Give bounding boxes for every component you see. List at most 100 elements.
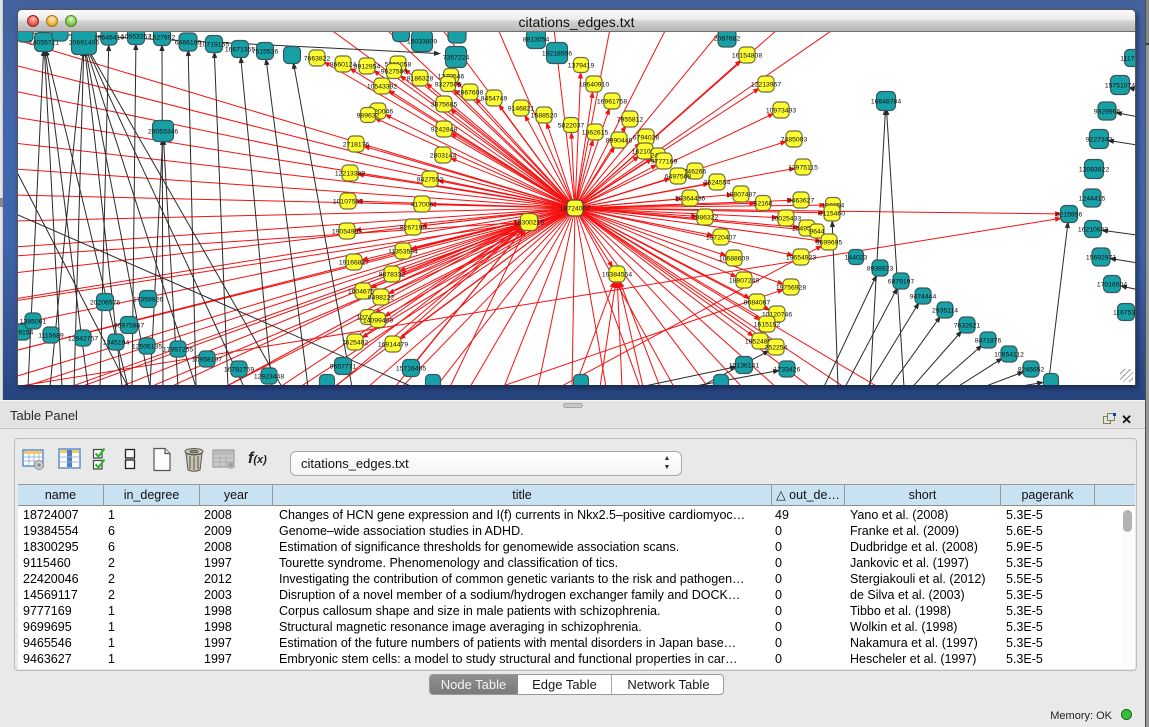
svg-text:8878332: 8878332 <box>379 272 406 279</box>
svg-text:1385061: 1385061 <box>20 319 47 326</box>
svg-text:29053346: 29053346 <box>148 129 178 136</box>
svg-text:6879197: 6879197 <box>888 279 915 286</box>
svg-text:9657771: 9657771 <box>330 364 357 371</box>
svg-text:2087682: 2087682 <box>714 36 741 43</box>
svg-text:2935114: 2935114 <box>932 308 958 315</box>
svg-text:7663822: 7663822 <box>304 56 331 63</box>
svg-text:8938923: 8938923 <box>867 266 894 273</box>
svg-text:9644: 9644 <box>809 229 824 236</box>
svg-text:11353594: 11353594 <box>388 249 418 256</box>
svg-text:16782759: 16782759 <box>224 367 254 374</box>
svg-text:989632: 989632 <box>357 113 380 120</box>
svg-text:17957255: 17957255 <box>163 347 193 354</box>
svg-text:19218596: 19218596 <box>542 51 572 58</box>
svg-text:6466160: 6466160 <box>175 40 202 47</box>
svg-text:12505135: 12505135 <box>132 344 162 351</box>
svg-text:8471876: 8471876 <box>975 338 1002 345</box>
svg-text:144023: 144023 <box>845 255 868 262</box>
svg-text:16033809: 16033809 <box>407 39 437 46</box>
svg-text:10543392: 10543392 <box>367 84 397 91</box>
svg-text:12923448: 12923448 <box>254 374 284 381</box>
svg-text:19384554: 19384554 <box>602 272 632 279</box>
svg-text:16961758: 16961758 <box>597 99 627 106</box>
svg-text:10107553: 10107553 <box>333 199 363 206</box>
svg-text:9777169: 9777169 <box>651 159 678 166</box>
svg-text:15716485: 15716485 <box>396 366 426 373</box>
svg-text:16154808: 16154808 <box>732 53 762 60</box>
svg-text:1733426: 1733426 <box>774 367 801 374</box>
svg-text:10807487: 10807487 <box>726 192 756 199</box>
svg-text:12093822: 12093822 <box>1079 167 1109 174</box>
svg-text:10653267: 10653267 <box>121 34 151 41</box>
svg-text:16210643: 16210643 <box>1078 227 1108 234</box>
svg-text:9329966: 9329966 <box>1094 109 1121 116</box>
svg-text:10973493: 10973493 <box>766 108 796 115</box>
svg-text:12942757: 12942757 <box>68 336 98 343</box>
svg-text:7955812: 7955812 <box>617 117 644 124</box>
svg-text:17016504: 17016504 <box>1097 282 1127 289</box>
svg-text:15751074: 15751074 <box>1105 83 1135 90</box>
svg-text:8813054: 8813054 <box>523 37 550 44</box>
svg-text:9463627: 9463627 <box>788 198 815 205</box>
svg-text:6794028: 6794028 <box>633 135 660 142</box>
svg-text:2718176: 2718176 <box>343 142 370 149</box>
svg-text:19756928: 19756928 <box>776 285 806 292</box>
svg-text:8427552: 8427552 <box>417 177 444 184</box>
svg-text:62160: 62160 <box>754 201 773 208</box>
svg-text:8267190: 8267190 <box>400 225 427 232</box>
svg-text:9242848: 9242848 <box>431 127 458 134</box>
svg-text:10654112: 10654112 <box>994 352 1024 359</box>
svg-text:7632621: 7632621 <box>954 323 981 330</box>
svg-text:9627503: 9627503 <box>381 69 408 76</box>
svg-text:10688609: 10688609 <box>719 256 749 263</box>
svg-text:15720407: 15720407 <box>706 235 736 242</box>
svg-text:19654923: 19654923 <box>786 255 816 262</box>
svg-text:1244415: 1244415 <box>1079 196 1106 203</box>
svg-text:8990448: 8990448 <box>606 138 633 145</box>
svg-text:9474444: 9474444 <box>910 294 937 301</box>
svg-text:16671355: 16671355 <box>225 47 255 54</box>
svg-text:1588520: 1588520 <box>531 113 558 120</box>
svg-text:7515526: 7515526 <box>252 49 279 56</box>
svg-text:3624554: 3624554 <box>704 180 731 187</box>
svg-text:16914479: 16914479 <box>378 342 408 349</box>
svg-text:20206576: 20206576 <box>90 300 120 307</box>
svg-text:9146821: 9146821 <box>508 106 535 113</box>
svg-text:8912954: 8912954 <box>354 64 381 71</box>
svg-text:15136141: 15136141 <box>729 363 759 370</box>
svg-text:90975867: 90975867 <box>114 323 144 330</box>
svg-text:17359926: 17359926 <box>133 297 163 304</box>
svg-text:8660124: 8660124 <box>330 62 357 69</box>
svg-text:9115460: 9115460 <box>819 211 845 218</box>
svg-text:18640910: 18640910 <box>579 82 609 89</box>
svg-text:1345194: 1345194 <box>103 340 130 347</box>
svg-text:18807249: 18807249 <box>729 278 759 285</box>
svg-text:2867608: 2867608 <box>457 90 484 97</box>
svg-text:12213389: 12213389 <box>335 171 365 178</box>
svg-text:2803144: 2803144 <box>430 153 457 160</box>
svg-text:9245652: 9245652 <box>1018 367 1045 374</box>
svg-text:1117534: 1117534 <box>1120 56 1135 63</box>
svg-text:1527602: 1527602 <box>149 35 176 42</box>
svg-text:15692971: 15692971 <box>1086 255 1116 262</box>
svg-text:8454749: 8454749 <box>481 96 508 103</box>
svg-text:9227342: 9227342 <box>1086 137 1113 144</box>
svg-text:12975115: 12975115 <box>788 165 818 172</box>
svg-text:18724007: 18724007 <box>560 206 590 213</box>
svg-text:9699695: 9699695 <box>816 240 843 247</box>
svg-text:18646410: 18646410 <box>94 35 124 42</box>
svg-text:1615152: 1615152 <box>754 322 781 329</box>
svg-text:8498222: 8498222 <box>368 295 395 302</box>
svg-text:1167533: 1167533 <box>1113 310 1135 317</box>
svg-text:252254: 252254 <box>765 345 788 352</box>
svg-text:1115689: 1115689 <box>38 333 64 340</box>
svg-text:9084067: 9084067 <box>744 300 771 307</box>
svg-text:14099489: 14099489 <box>363 318 393 325</box>
svg-text:8215956: 8215956 <box>1056 212 1083 219</box>
svg-text:417006: 417006 <box>411 202 434 209</box>
svg-text:7986322: 7986322 <box>692 215 719 222</box>
svg-text:19054985: 19054985 <box>332 229 362 236</box>
svg-text:7357224: 7357224 <box>443 55 470 62</box>
svg-text:19166827: 19166827 <box>339 260 369 267</box>
svg-text:20364436: 20364436 <box>675 196 705 203</box>
